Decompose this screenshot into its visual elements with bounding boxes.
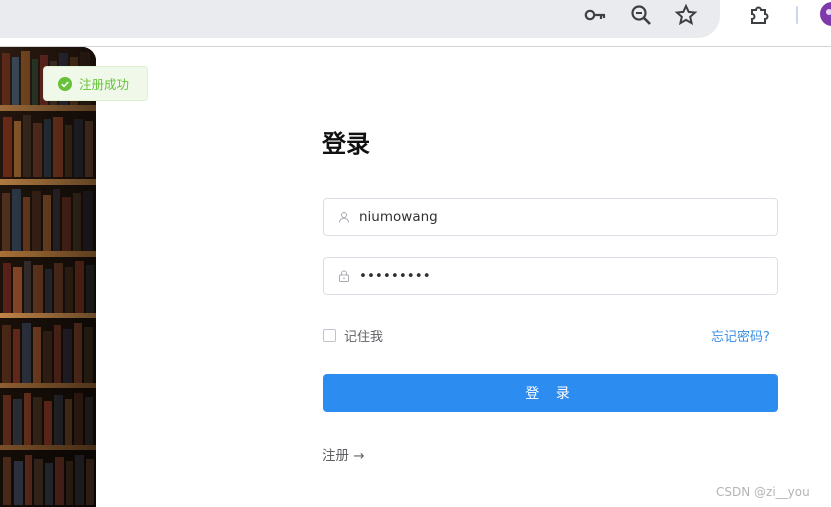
bookshelf-image [0, 47, 96, 507]
zoom-icon[interactable] [629, 3, 653, 27]
puzzle-icon[interactable] [747, 3, 771, 27]
checkbox-box[interactable] [323, 329, 336, 342]
star-icon[interactable] [674, 3, 698, 27]
remember-me-checkbox[interactable]: 记住我 [323, 326, 383, 345]
password-input[interactable]: ••••••••• [323, 257, 778, 295]
username-input[interactable]: niumowang [323, 198, 778, 236]
forgot-password-link[interactable]: 忘记密码? [711, 326, 770, 345]
key-icon[interactable] [583, 3, 607, 27]
toast-message: 注册成功 [79, 77, 130, 92]
browser-toolbar [0, 0, 831, 46]
toolbar-separator [796, 6, 798, 24]
lock-icon [339, 270, 349, 282]
login-title: 登录 [322, 130, 370, 158]
address-bar[interactable] [0, 0, 720, 38]
success-check-icon [58, 76, 72, 91]
remember-me-label: 记住我 [344, 330, 384, 345]
watermark: CSDN @zi__you [716, 485, 810, 499]
password-value: ••••••••• [359, 268, 431, 284]
user-icon [339, 212, 349, 223]
profile-avatar[interactable] [820, 2, 831, 26]
register-link[interactable]: 注册 → [322, 444, 365, 464]
toolbar-divider [0, 46, 831, 47]
login-button[interactable]: 登 录 [323, 374, 778, 412]
username-value: niumowang [359, 209, 438, 225]
success-toast: 注册成功 [43, 66, 148, 101]
